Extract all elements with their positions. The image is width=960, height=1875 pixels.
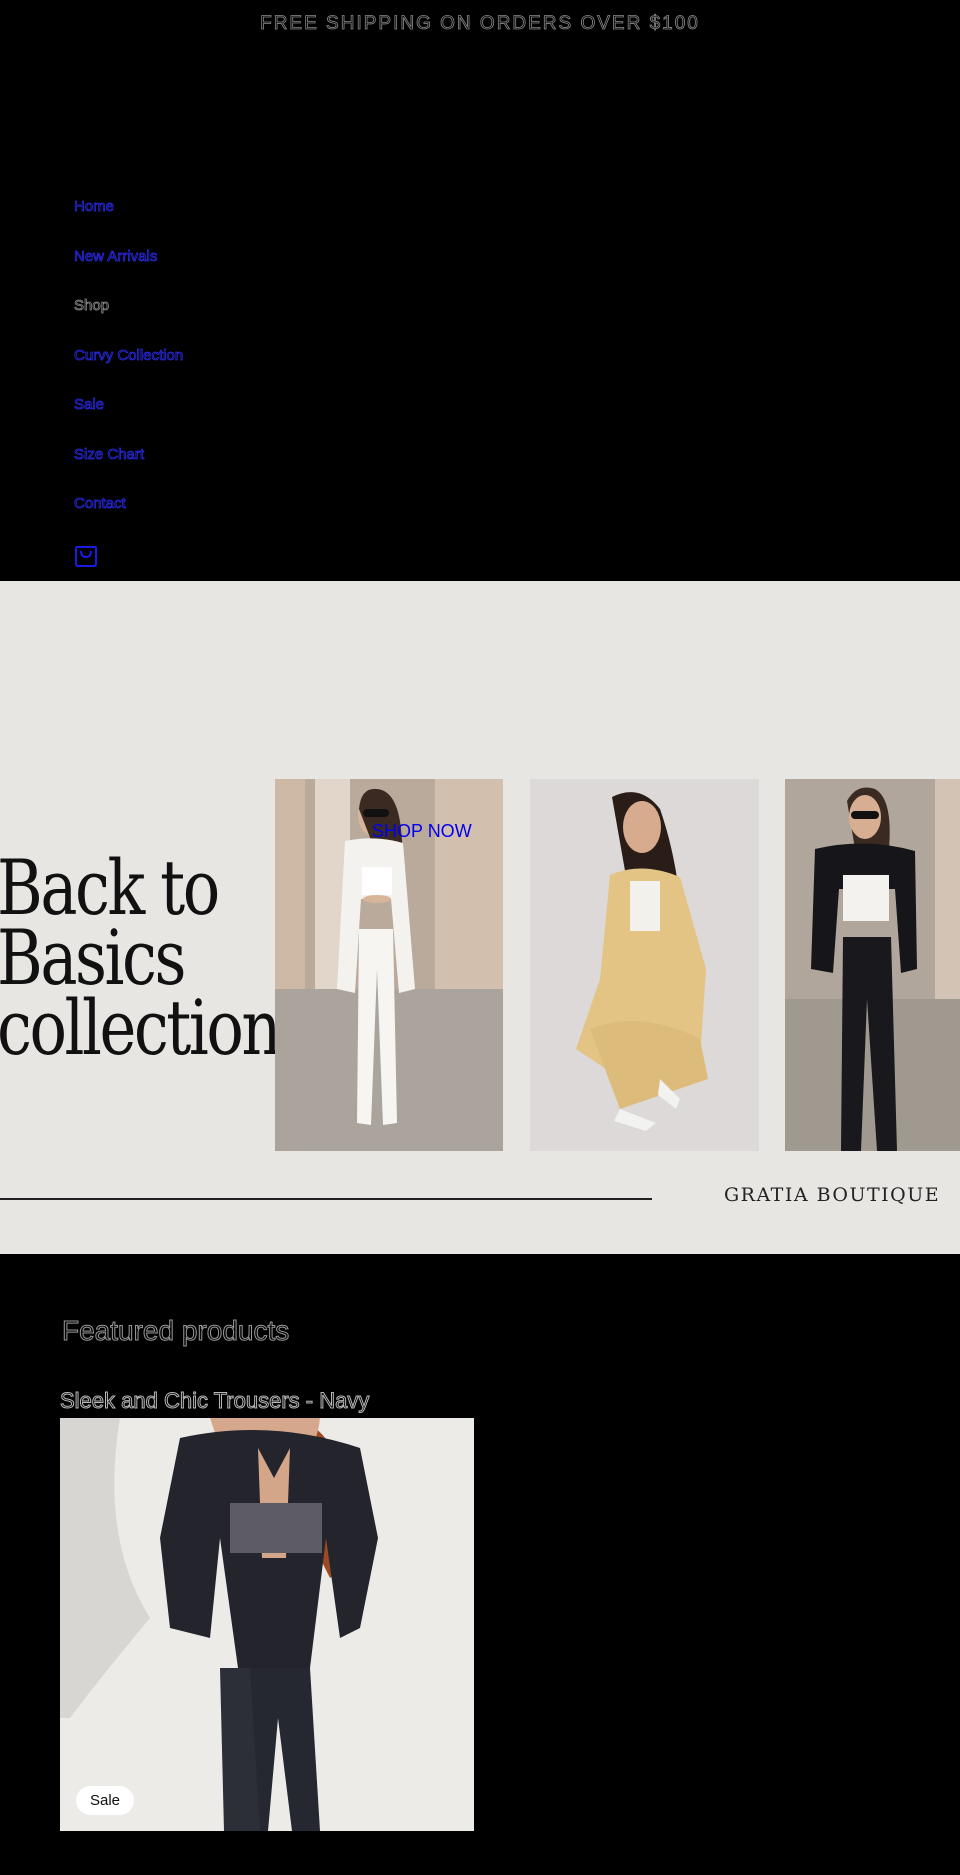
nav-link-size-chart[interactable]: Size Chart bbox=[74, 445, 145, 463]
nav-link-home[interactable]: Home bbox=[74, 198, 115, 216]
nav-link-curvy-collection[interactable]: Curvy Collection bbox=[74, 346, 184, 364]
hero-divider bbox=[0, 1198, 652, 1200]
hero-banner: Back to Basics collection SHOP NOW GRATI… bbox=[0, 581, 960, 1254]
shop-now-link[interactable]: SHOP NOW bbox=[372, 821, 472, 842]
product-card-title[interactable]: Sleek and Chic Trousers - Navy bbox=[59, 1388, 369, 1414]
nav-item-contact: Contact bbox=[74, 493, 183, 543]
main-navigation: Home New Arrivals Shop Curvy Collection … bbox=[74, 196, 184, 543]
nav-item-sale: Sale bbox=[74, 394, 183, 444]
nav-link-contact[interactable]: Contact bbox=[74, 495, 126, 513]
nav-link-new-arrivals[interactable]: New Arrivals bbox=[74, 247, 158, 265]
nav-item-home: Home bbox=[74, 196, 183, 246]
hero-title-line-3: collection bbox=[0, 983, 282, 1072]
hero-photo-black-suit bbox=[785, 779, 960, 1151]
sale-badge: Sale bbox=[76, 1786, 135, 1815]
hero-title: Back to Basics collection bbox=[0, 850, 282, 1066]
nav-item-new-arrivals: New Arrivals bbox=[74, 246, 183, 296]
product-card-image[interactable]: Sale bbox=[60, 1418, 474, 1831]
nav-item-size-chart: Size Chart bbox=[74, 444, 183, 494]
nav-link-shop[interactable]: Shop bbox=[74, 297, 110, 315]
featured-products-heading: Featured products bbox=[61, 1315, 290, 1347]
nav-item-curvy-collection: Curvy Collection bbox=[74, 345, 184, 395]
nav-link-sale[interactable]: Sale bbox=[74, 396, 105, 414]
cart-link[interactable] bbox=[74, 542, 98, 568]
nav-item-shop: Shop bbox=[74, 295, 183, 345]
brand-name: GRATIA BOUTIQUE bbox=[724, 1184, 941, 1206]
bag-icon bbox=[75, 546, 97, 567]
hero-photo-yellow-suit bbox=[530, 779, 759, 1151]
announcement-bar: FREE SHIPPING ON ORDERS OVER $100 bbox=[260, 13, 700, 35]
product-photo-navy-suit bbox=[60, 1418, 474, 1831]
